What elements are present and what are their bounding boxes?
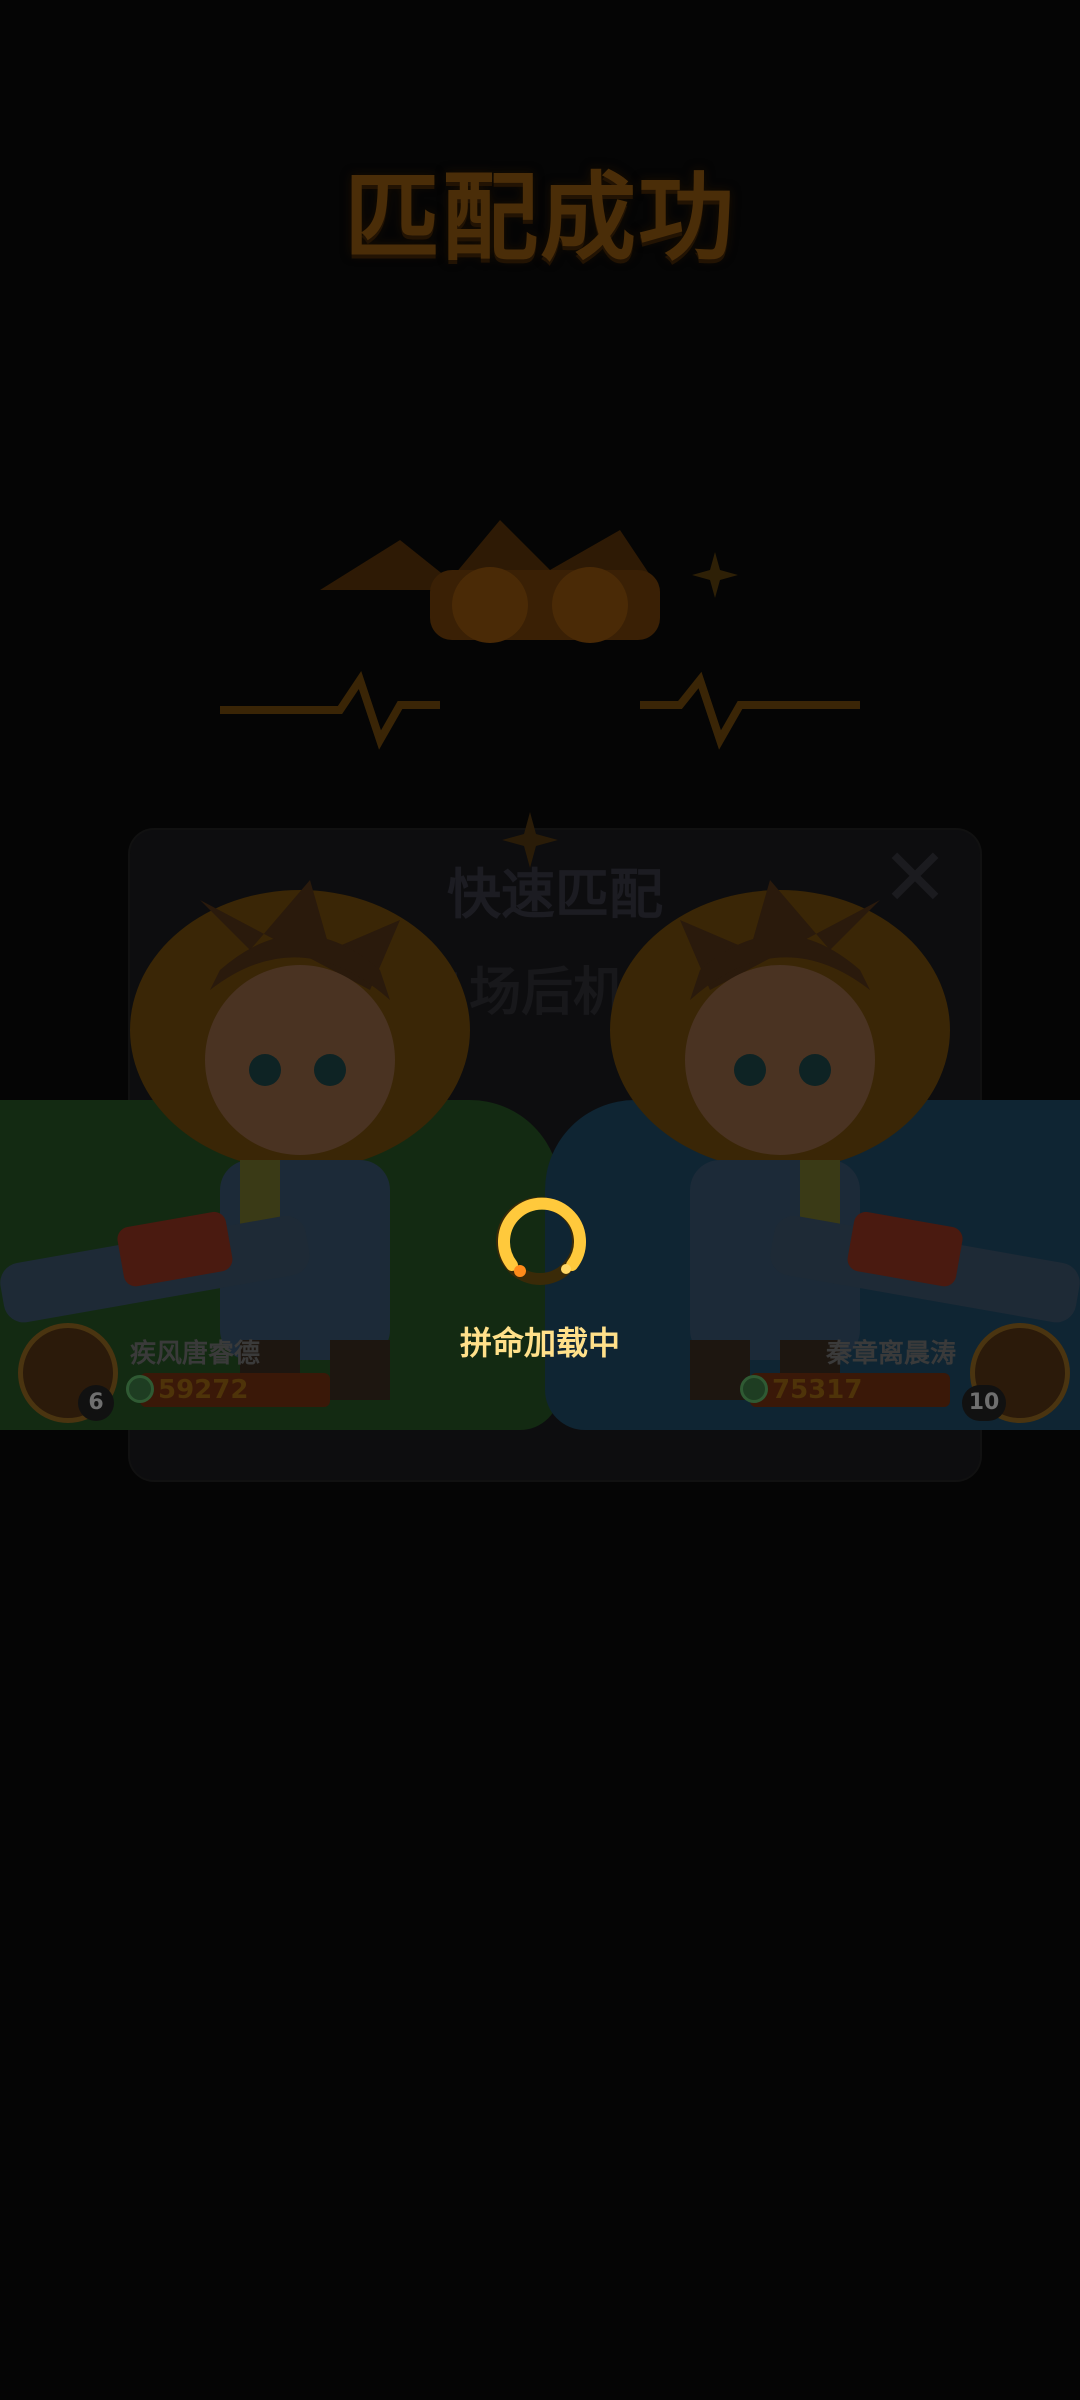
right-player-score: 75317 (772, 1375, 863, 1405)
gem-icon (126, 1375, 154, 1403)
loading-text: 拼命加载中 (459, 1324, 620, 1362)
match-success-emblem (220, 520, 860, 750)
left-player-score: 59272 (158, 1375, 249, 1405)
gem-icon (740, 1375, 768, 1403)
left-player-level: 6 (78, 1385, 114, 1421)
right-player-level: 10 (962, 1385, 1006, 1421)
match-success-title: 匹配成功 (344, 162, 736, 274)
spark-icon (502, 812, 558, 868)
loading-spinner-icon (496, 1197, 586, 1285)
